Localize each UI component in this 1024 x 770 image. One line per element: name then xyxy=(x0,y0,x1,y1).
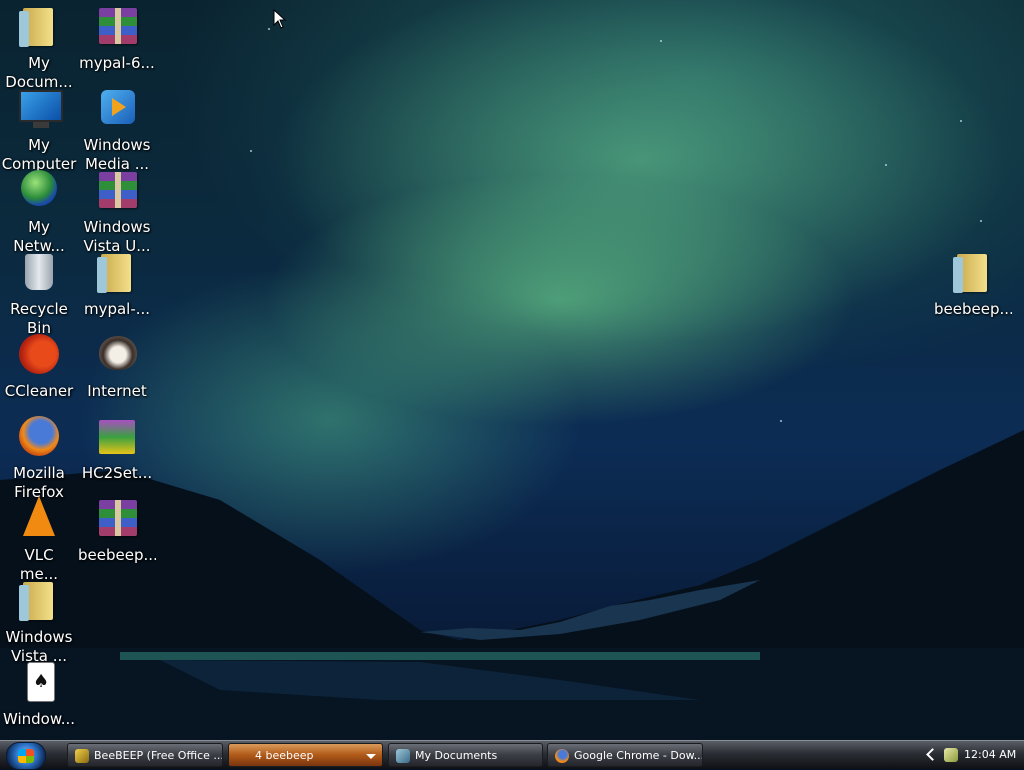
desktop-icon-mypal-folder[interactable]: mypal-... xyxy=(78,250,156,319)
taskbar-button-chrome[interactable]: Google Chrome - Dow... xyxy=(547,743,703,767)
network-icon xyxy=(17,168,61,212)
clock[interactable]: 12:04 AM xyxy=(964,743,1016,767)
folder-icon xyxy=(95,250,139,294)
folder-icon xyxy=(951,250,995,294)
winrar-archive-icon xyxy=(95,168,139,212)
desktop-icon-my-documents[interactable]: My Docum... xyxy=(0,4,78,92)
system-tray: 12:04 AM xyxy=(922,743,1024,767)
ccleaner-icon xyxy=(17,332,61,376)
network-tray-icon[interactable] xyxy=(944,748,958,762)
vlc-icon xyxy=(17,496,61,540)
desktop-icon-label: Window... xyxy=(2,710,76,728)
desktop-icon-windows-vista-folder[interactable]: Windows Vista ... xyxy=(0,578,78,666)
recycle-bin-icon xyxy=(17,250,61,294)
start-button[interactable] xyxy=(6,742,46,770)
taskbar: BeeBEEP (Free Office ... 4 beebeep My Do… xyxy=(0,740,1024,770)
desktop-icon-mozilla-firefox[interactable]: Mozilla Firefox xyxy=(0,414,78,502)
desktop-icon-label: beebeep... xyxy=(934,300,1012,318)
chevron-left-icon[interactable] xyxy=(926,748,939,761)
desktop-icon-windows-media-player[interactable]: Windows Media ... xyxy=(78,86,156,174)
desktop-icon-label: beebeep... xyxy=(78,546,156,564)
taskbar-button-label: 4 beebeep xyxy=(255,749,314,762)
folder-window-icon xyxy=(396,749,410,763)
taskbar-button-label: My Documents xyxy=(415,749,498,762)
desktop-icon-beebeep-folder[interactable]: beebeep... xyxy=(934,250,1012,319)
desktop-icon-ccleaner[interactable]: CCleaner xyxy=(0,332,78,401)
desktop-icon-hc2setup[interactable]: HC2Set... xyxy=(78,414,156,483)
desktop-icon-recycle-bin[interactable]: Recycle Bin xyxy=(0,250,78,338)
desktop-icon-mypal-archive[interactable]: mypal-6... xyxy=(78,4,156,73)
taskbar-button-beebeep[interactable]: BeeBEEP (Free Office ... xyxy=(67,743,223,767)
desktop-icon-beebeep-archive[interactable]: beebeep... xyxy=(78,496,156,565)
beebeep-icon xyxy=(75,749,89,763)
raccoon-icon xyxy=(95,332,139,376)
winrar-archive-icon xyxy=(95,496,139,540)
taskbar-button-my-documents[interactable]: My Documents xyxy=(388,743,543,767)
desktop-icon-label: HC2Set... xyxy=(81,464,153,482)
firefox-icon xyxy=(17,414,61,458)
computer-icon xyxy=(17,86,63,130)
taskbar-button-label: Google Chrome - Dow... xyxy=(574,749,703,762)
desktop-wallpaper: My Docum... My Computer My Netw... Recyc… xyxy=(0,0,1024,740)
firefox-icon xyxy=(555,749,569,763)
mouse-cursor-icon xyxy=(273,9,287,29)
installer-icon xyxy=(95,414,139,458)
winrar-archive-icon xyxy=(95,4,139,48)
windows-media-player-icon xyxy=(95,86,139,130)
desktop-icon-label: Internet xyxy=(87,382,147,400)
chevron-down-icon xyxy=(366,754,376,759)
desktop-icon-my-computer[interactable]: My Computer xyxy=(0,86,78,174)
desktop-icon-label: CCleaner xyxy=(4,382,74,400)
desktop-icon-label: mypal-... xyxy=(83,300,151,318)
taskbar-group-beebeep[interactable]: 4 beebeep xyxy=(228,743,383,767)
solitaire-card-icon xyxy=(17,660,61,704)
desktop-icon-vlc[interactable]: VLC me... xyxy=(0,496,78,584)
folder-group-icon xyxy=(236,749,250,763)
desktop-icon-my-network[interactable]: My Netw... xyxy=(0,168,78,256)
folder-icon xyxy=(17,578,61,622)
desktop-icon-label: mypal-6... xyxy=(79,54,155,72)
desktop-icon-windows-solitaire[interactable]: Window... xyxy=(0,660,78,729)
documents-folder-icon xyxy=(17,4,61,48)
desktop-icon-windows-vista-archive[interactable]: Windows Vista U... xyxy=(78,168,156,256)
desktop-icon-internet[interactable]: Internet xyxy=(78,332,156,401)
taskbar-button-label: BeeBEEP (Free Office ... xyxy=(94,749,223,762)
